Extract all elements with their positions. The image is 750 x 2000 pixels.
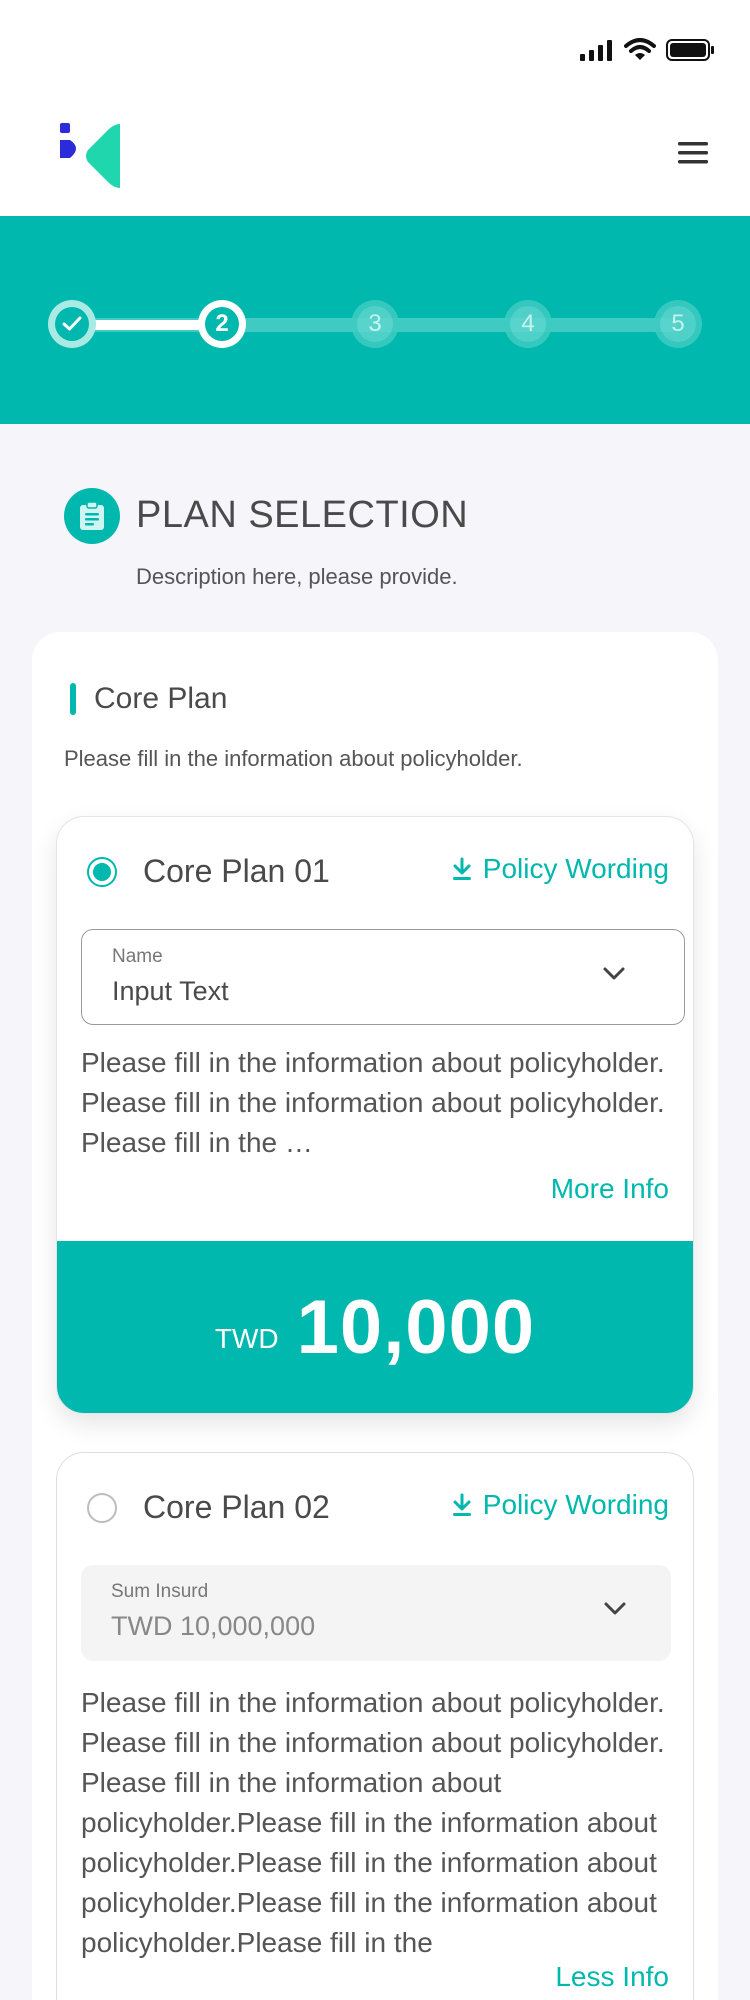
step-3-label: 3 — [357, 306, 393, 342]
price-amount: 10,000 — [296, 1284, 536, 1370]
heading-accent-bar — [70, 683, 76, 715]
plan-01-policy-wording-link[interactable]: Policy Wording — [451, 853, 669, 885]
plan-02-policy-wording-link[interactable]: Policy Wording — [451, 1489, 669, 1521]
plan-option-02[interactable]: Core Plan 02 Policy Wording Sum Insurd T… — [56, 1452, 694, 2000]
policy-wording-label: Policy Wording — [482, 853, 669, 884]
name-select-label: Name — [112, 946, 163, 967]
download-icon — [452, 1493, 471, 1516]
status-icons — [580, 38, 714, 62]
name-select-value: Input Text — [112, 976, 229, 1006]
plan-02-radio[interactable] — [87, 1493, 117, 1523]
price-currency: TWD — [214, 1323, 279, 1354]
clipboard-icon — [80, 501, 104, 530]
plan-option-01[interactable]: Core Plan 01 Policy Wording Name Input T… — [56, 816, 694, 1414]
progress-stepper: 2 3 4 5 — [0, 216, 750, 424]
check-icon — [62, 316, 82, 331]
plan-01-description: Please fill in the information about pol… — [81, 1047, 665, 1158]
step-1[interactable] — [48, 300, 96, 348]
sum-insured-value: TWD 10,000,000 — [111, 1611, 316, 1641]
chevron-down-icon — [604, 1602, 626, 1615]
core-plan-heading: Core Plan — [70, 682, 227, 716]
wifi-icon — [624, 38, 656, 60]
policy-wording-label: Policy Wording — [482, 1489, 669, 1520]
plan-01-price: TWD 10,000 — [57, 1241, 693, 1413]
core-plan-title: Core Plan — [94, 682, 228, 715]
step-2-label: 2 — [205, 307, 239, 341]
sum-insured-select[interactable]: Sum Insurd TWD 10,000,000 — [81, 1565, 671, 1661]
page-description: Description here, please provide. — [136, 564, 458, 589]
signal-icon — [580, 40, 612, 61]
plan-01-radio[interactable] — [87, 857, 117, 887]
section-icon-badge — [64, 488, 120, 544]
step-2[interactable]: 2 — [198, 300, 246, 348]
step-4-label: 4 — [510, 306, 546, 342]
page-title: PLAN SELECTION — [136, 494, 469, 536]
hamburger-menu-icon[interactable] — [678, 138, 708, 168]
brand-logo[interactable] — [58, 122, 122, 194]
step-4[interactable]: 4 — [504, 300, 552, 348]
step-3[interactable]: 3 — [351, 300, 399, 348]
download-icon — [452, 857, 471, 880]
battery-icon — [666, 39, 714, 61]
sum-insured-label: Sum Insurd — [111, 1581, 209, 1602]
plan-01-name: Core Plan 01 — [143, 853, 330, 889]
core-plan-subtitle: Please fill in the information about pol… — [64, 746, 523, 771]
plan-02-less-info-link[interactable]: Less Info — [555, 1961, 669, 1993]
app-header — [0, 100, 750, 216]
plan-01-more-info-link[interactable]: More Info — [551, 1173, 669, 1205]
step-5-label: 5 — [660, 306, 696, 342]
name-select[interactable]: Name Input Text — [81, 929, 685, 1025]
plan-02-name: Core Plan 02 — [143, 1489, 330, 1525]
step-5[interactable]: 5 — [654, 300, 702, 348]
plan-02-description: Please fill in the information about pol… — [81, 1687, 665, 1958]
status-bar — [0, 0, 750, 100]
core-plan-card: Core Plan Please fill in the information… — [32, 632, 718, 2000]
chevron-down-icon — [603, 967, 625, 980]
